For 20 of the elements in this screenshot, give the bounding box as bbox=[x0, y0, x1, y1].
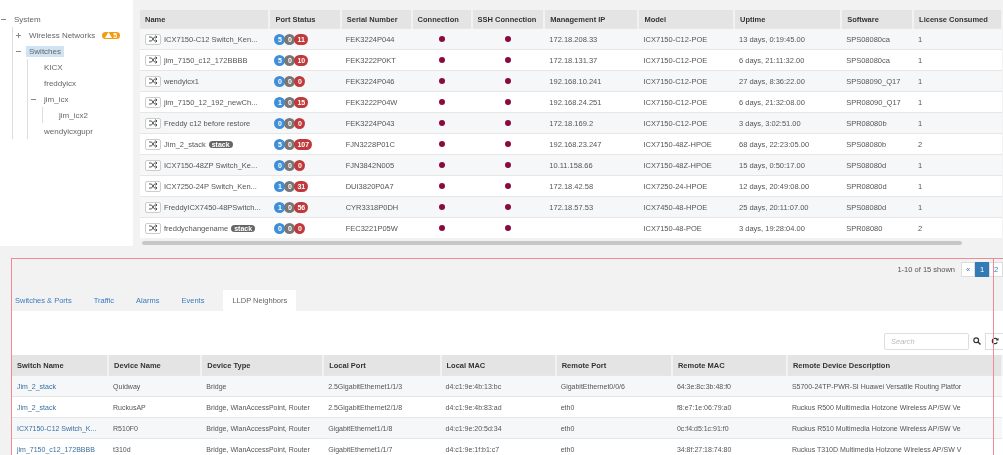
shuffle-icon[interactable] bbox=[145, 222, 161, 234]
tree-item[interactable]: Wireless Networks bbox=[26, 29, 99, 41]
search-icon[interactable] bbox=[973, 337, 981, 345]
tree-item[interactable]: jim_icx2 bbox=[56, 109, 91, 121]
shuffle-icon[interactable] bbox=[145, 54, 161, 66]
shuffle-icon[interactable] bbox=[145, 117, 161, 129]
tree-item[interactable]: wendyicxgupr bbox=[41, 125, 96, 137]
shuffle-icon[interactable] bbox=[145, 159, 161, 171]
shuffle-icon[interactable] bbox=[145, 33, 161, 45]
shuffle-icon[interactable] bbox=[145, 138, 161, 150]
shuffle-icon[interactable] bbox=[145, 180, 161, 192]
tree-item[interactable]: freddyicx bbox=[41, 77, 79, 89]
shuffle-icon[interactable] bbox=[145, 201, 161, 213]
tree-item[interactable]: KICX bbox=[41, 61, 66, 73]
tree-item[interactable]: System bbox=[11, 13, 44, 25]
shuffle-icon[interactable] bbox=[145, 96, 161, 108]
plus-icon[interactable] bbox=[15, 31, 22, 39]
tree-item[interactable]: Switches bbox=[26, 45, 64, 57]
tree-item[interactable]: jim_icx bbox=[41, 93, 72, 105]
shuffle-icon[interactable] bbox=[145, 75, 161, 87]
